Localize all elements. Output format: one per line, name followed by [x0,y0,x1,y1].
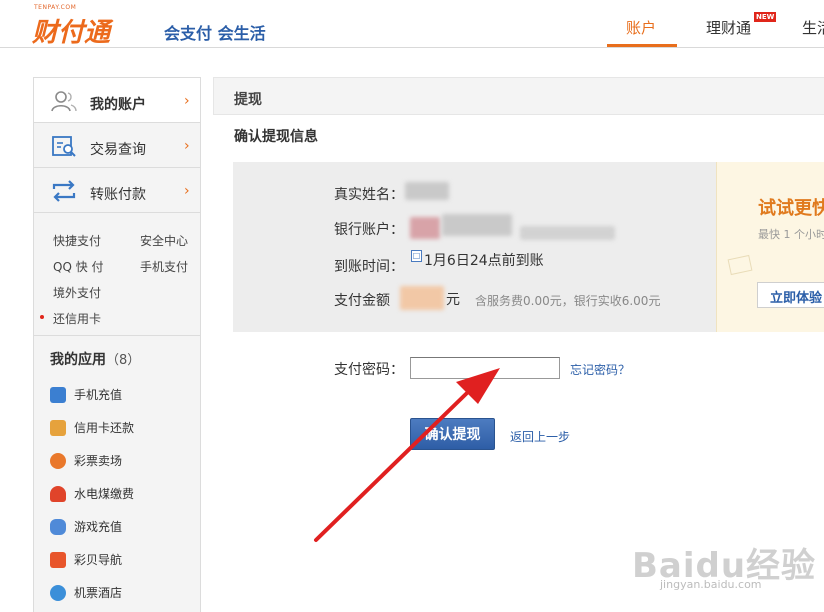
lottery-icon [50,452,66,469]
amount-label: 支付金额 [334,293,390,309]
app-label: 彩贝导航 [74,553,123,567]
user-icon [51,91,77,112]
real-name-label: 真实姓名： [334,187,404,203]
sidebar-item-label: 我的账户 [90,97,146,113]
logo-domain: TENPAY.COM [34,4,77,11]
app-label: 水电煤缴费 [74,487,135,501]
panel-header: 提现 [213,77,824,115]
top-header: TENPAY.COM 财付通 会支付 会生活 账户 理财通 NEW 生活 [0,0,824,48]
chevron-right-icon: › [184,93,190,109]
fee-note: 含服务费0.00元，银行实收6.00元 [475,294,661,308]
arrival-time-label: 到账时间： [334,259,404,275]
sidebar-link-qq-pay[interactable]: QQ 快 付 [53,258,104,275]
new-badge: NEW [754,12,777,22]
nav-life[interactable]: 生活 [802,17,824,38]
panel-title: 提现 [234,92,262,108]
try-now-button[interactable]: 立即体验 [757,282,824,308]
section-title: 确认提现信息 [234,129,318,145]
sidebar-link-security[interactable]: 安全中心 [140,232,188,249]
transfer-icon [52,180,76,202]
app-label: 游戏充值 [74,520,123,534]
amount-redacted [400,286,444,310]
sidebar: 我的账户 › 交易查询 › 转账付款 › 快捷支付 安全中心 QQ 快 付 手机… [33,77,201,612]
apps-title-label: 我的应用 [50,352,106,368]
gamepad-icon [50,518,66,535]
bank-account-label: 银行账户： [334,222,404,238]
amount-unit: 元 [446,292,460,308]
calendar-icon: □ [411,250,422,262]
password-label: 支付密码： [334,362,404,378]
app-utilities[interactable]: 水电煤缴费 [50,485,134,502]
app-game-recharge[interactable]: 游戏充值 [50,518,122,535]
flame-icon [50,485,66,502]
app-label: 彩票卖场 [74,454,123,468]
forgot-password-link[interactable]: 忘记密码？ [570,361,630,378]
chevron-right-icon: › [184,183,190,199]
app-label: 机票酒店 [74,586,123,600]
chevron-right-icon: › [184,138,190,154]
sidebar-link-quick-pay[interactable]: 快捷支付 [53,232,101,249]
sidebar-item-my-account[interactable]: 我的账户 › [34,78,200,123]
plane-icon [50,584,66,601]
promo-panel: 试试更快 最快 1 个小时 立即体验 [716,162,824,332]
app-credit-card-repay[interactable]: 信用卡还款 [50,419,134,436]
promo-title: 试试更快 [758,198,824,219]
confirm-withdraw-button[interactable]: 确认提现 [410,418,495,450]
nav-account[interactable]: 账户 [626,17,656,38]
bullet-dot-icon [40,315,44,319]
bank-logo-redacted [410,217,440,239]
app-label: 手机充值 [74,388,123,402]
app-flight-hotel[interactable]: 机票酒店 [50,584,122,601]
app-mobile-recharge[interactable]: 手机充值 [50,386,122,403]
real-name-redacted [405,182,449,200]
nav-licaitong[interactable]: 理财通 [706,17,751,38]
sidebar-item-transactions[interactable]: 交易查询 › [34,123,200,168]
sidebar-item-label: 交易查询 [90,142,146,158]
sidebar-item-label: 转账付款 [90,187,146,203]
sidebar-link-mobile-pay[interactable]: 手机支付 [140,258,188,275]
app-label: 信用卡还款 [74,421,135,435]
sidebar-link-credit-card[interactable]: 还信用卡 [53,310,101,327]
phone-icon [50,386,66,403]
nav-active-underline [607,44,677,47]
search-record-icon [52,136,76,157]
promo-subtitle: 最快 1 个小时 [758,228,824,241]
logo-text: 财付通 [32,18,111,48]
bank-account-redacted [442,214,512,236]
sidebar-link-overseas-pay[interactable]: 境外支付 [53,284,101,301]
shell-icon [50,551,66,568]
sidebar-divider [34,335,200,336]
card-icon [50,419,66,436]
apps-title: 我的应用（8） [50,349,140,369]
slogan: 会支付 会生活 [164,24,266,43]
baidu-watermark-url: jingyan.baidu.com [660,578,762,591]
app-caibei-nav[interactable]: 彩贝导航 [50,551,122,568]
app-lottery[interactable]: 彩票卖场 [50,452,122,469]
arrival-time-value: 1月6日24点前到账 [424,253,544,269]
bank-account-redacted-2 [520,226,615,240]
back-link[interactable]: 返回上一步 [510,428,570,445]
payment-password-input[interactable] [410,357,560,379]
sidebar-item-transfer[interactable]: 转账付款 › [34,168,200,213]
apps-count: （8） [106,353,141,368]
card-illustration-icon [727,254,753,276]
